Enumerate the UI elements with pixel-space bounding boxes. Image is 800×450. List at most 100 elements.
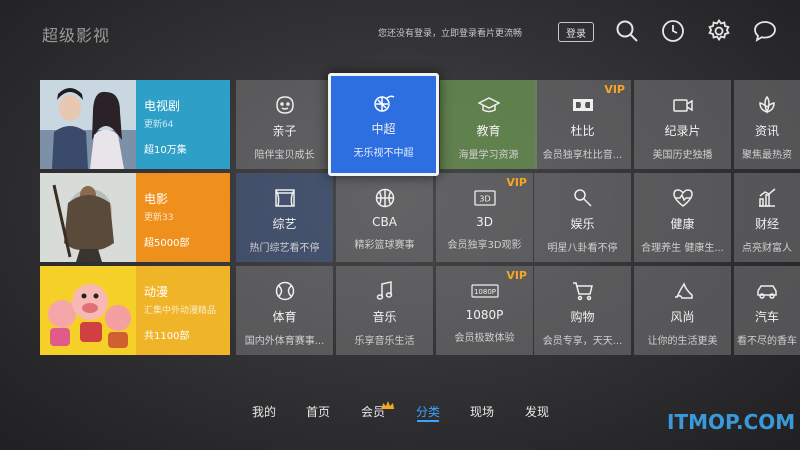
- cell-subtitle: 看不尽的香车: [737, 336, 797, 347]
- feature-subtitle: 汇集中外动漫精品: [144, 306, 217, 316]
- category-cell-dolby[interactable]: VIP 杜比 会员独享杜比音...: [534, 80, 631, 169]
- cell-title: 综艺: [272, 217, 297, 231]
- feature-info-tv: 电视剧 更新64 超10万集: [136, 80, 230, 169]
- category-cell-health[interactable]: 健康 合理养生 健康生...: [634, 173, 731, 262]
- feature-subtitle: 更新33: [144, 213, 174, 223]
- watermark: ITMOP.COM: [667, 410, 796, 434]
- cell-subtitle: 聚焦最热资: [742, 150, 792, 161]
- 1080p-icon: 1080P: [470, 280, 499, 302]
- category-cell-education[interactable]: 教育 海量学习资源: [440, 80, 537, 169]
- cell-title: 财经: [754, 217, 779, 231]
- category-cell-fashion[interactable]: 风尚 让你的生活更美: [634, 266, 731, 355]
- anime-poster: [40, 266, 136, 355]
- category-cell-csl[interactable]: 中超 无乐视不中超: [328, 73, 439, 176]
- baby-face-icon: [274, 94, 296, 116]
- feature-tile-movie[interactable]: 电影 更新33 超5000部: [40, 173, 230, 262]
- cell-title: 音乐: [372, 310, 397, 324]
- cell-title: 杜比: [570, 124, 595, 138]
- settings-gear-icon[interactable]: [706, 18, 732, 44]
- nav-item-category[interactable]: 分类: [416, 403, 440, 420]
- category-cell-entertainment[interactable]: 娱乐 明星八卦看不停: [534, 173, 631, 262]
- lotus-icon: [756, 94, 778, 116]
- cell-subtitle: 会员专享，天天...: [542, 336, 623, 347]
- cell-title: 购物: [570, 310, 595, 324]
- cell-title: 纪录片: [664, 124, 701, 138]
- login-prompt[interactable]: 您还没有登录，立即登录看片更流畅: [378, 26, 522, 39]
- feature-count: 超10万集: [144, 145, 187, 156]
- history-clock-icon[interactable]: [660, 18, 686, 44]
- category-grid: 电视剧 更新64 超10万集 电影 更新33 超5000部 动漫 汇集中外动漫精…: [40, 73, 800, 358]
- category-cell-finance[interactable]: 财经 点亮财富人: [734, 173, 800, 262]
- search-icon[interactable]: [614, 18, 640, 44]
- nav-active-indicator: [417, 420, 439, 422]
- nav-item-mine[interactable]: 我的: [252, 403, 276, 420]
- cell-subtitle: 合理养生 健康生...: [641, 243, 724, 254]
- svg-text:3D: 3D: [479, 195, 490, 204]
- feature-title: 电视剧: [144, 99, 181, 113]
- category-cell-3d[interactable]: VIP 3D 3D 会员独享3D观影: [436, 173, 533, 262]
- feature-tile-tv[interactable]: 电视剧 更新64 超10万集: [40, 80, 230, 169]
- feature-info-anime: 动漫 汇集中外动漫精品 共1100部: [136, 266, 230, 355]
- cell-subtitle: 海量学习资源: [458, 150, 519, 161]
- category-cell-1080p[interactable]: VIP 1080P 1080P 会员极致体验: [436, 266, 533, 355]
- cell-title: 风尚: [670, 310, 695, 324]
- vip-badge: VIP: [604, 83, 625, 96]
- cell-title: 汽车: [754, 310, 779, 324]
- 3d-icon: 3D: [473, 187, 496, 209]
- cell-subtitle: 会员独享3D观影: [447, 240, 522, 251]
- category-cell-variety[interactable]: 综艺 热门综艺看不停: [236, 173, 333, 262]
- cell-title: 娱乐: [570, 217, 595, 231]
- shopping-cart-icon: [572, 280, 594, 302]
- cell-title: 体育: [272, 310, 297, 324]
- feature-title: 电影: [144, 192, 169, 206]
- cell-title: 教育: [476, 124, 501, 138]
- vip-badge: VIP: [506, 176, 527, 189]
- category-cell-sports[interactable]: 体育 国内外体育赛事...: [236, 266, 333, 355]
- basketball-icon: [374, 187, 396, 209]
- cell-subtitle: 会员极致体验: [454, 333, 515, 344]
- feature-subtitle: 更新64: [144, 120, 174, 130]
- cell-subtitle: 会员独享杜比音...: [542, 150, 623, 161]
- cell-subtitle: 陪伴宝贝成长: [254, 150, 315, 161]
- nav-item-discover[interactable]: 发现: [525, 403, 549, 420]
- feature-count: 共1100部: [144, 331, 190, 342]
- heart-pulse-icon: [672, 187, 694, 209]
- cell-subtitle: 精彩篮球赛事: [354, 240, 415, 251]
- cell-subtitle: 无乐视不中超: [353, 148, 414, 159]
- category-cell-music[interactable]: 音乐 乐享音乐生活: [336, 266, 433, 355]
- category-cell-shopping[interactable]: 购物 会员专享，天天...: [534, 266, 631, 355]
- cell-subtitle: 让你的生活更美: [647, 336, 718, 347]
- car-icon: [756, 280, 778, 302]
- category-cell-documentary[interactable]: 纪录片 美国历史独播: [634, 80, 731, 169]
- cell-subtitle: 热门综艺看不停: [249, 243, 320, 254]
- feature-info-movie: 电影 更新33 超5000部: [136, 173, 230, 262]
- feature-tile-anime[interactable]: 动漫 汇集中外动漫精品 共1100部: [40, 266, 230, 355]
- nav-item-live[interactable]: 现场: [470, 403, 494, 420]
- cell-subtitle: 明星八卦看不停: [547, 243, 618, 254]
- cell-subtitle: 点亮财富人: [742, 243, 792, 254]
- category-cell-cba[interactable]: CBA 精彩篮球赛事: [336, 173, 433, 262]
- cell-subtitle: 国内外体育赛事...: [244, 336, 325, 347]
- vip-badge: VIP: [506, 269, 527, 282]
- movie-poster: [40, 173, 136, 262]
- app-title: 超级影视: [42, 26, 111, 45]
- category-cell-auto[interactable]: 汽车 看不尽的香车: [734, 266, 800, 355]
- category-cell-news[interactable]: 资讯 聚焦最热资: [734, 80, 800, 169]
- cell-title: 资讯: [754, 124, 779, 138]
- bar-chart-icon: [756, 187, 778, 209]
- microphone-icon: [572, 187, 594, 209]
- high-heel-icon: [672, 280, 694, 302]
- cell-subtitle: 美国历史独播: [652, 150, 713, 161]
- cell-title: 3D: [476, 215, 493, 229]
- music-note-icon: [374, 280, 396, 302]
- cell-title: 中超: [371, 122, 396, 136]
- message-bubble-icon[interactable]: [752, 18, 778, 44]
- nav-item-home[interactable]: 首页: [306, 403, 330, 420]
- cell-title: CBA: [372, 215, 397, 229]
- graduation-cap-icon: [476, 94, 501, 116]
- feature-count: 超5000部: [144, 238, 190, 249]
- cell-subtitle: 乐享音乐生活: [354, 336, 415, 347]
- category-cell-parenting[interactable]: 亲子 陪伴宝贝成长: [236, 80, 333, 169]
- soccer-ball-icon: [373, 92, 395, 114]
- login-button[interactable]: 登录: [558, 22, 594, 42]
